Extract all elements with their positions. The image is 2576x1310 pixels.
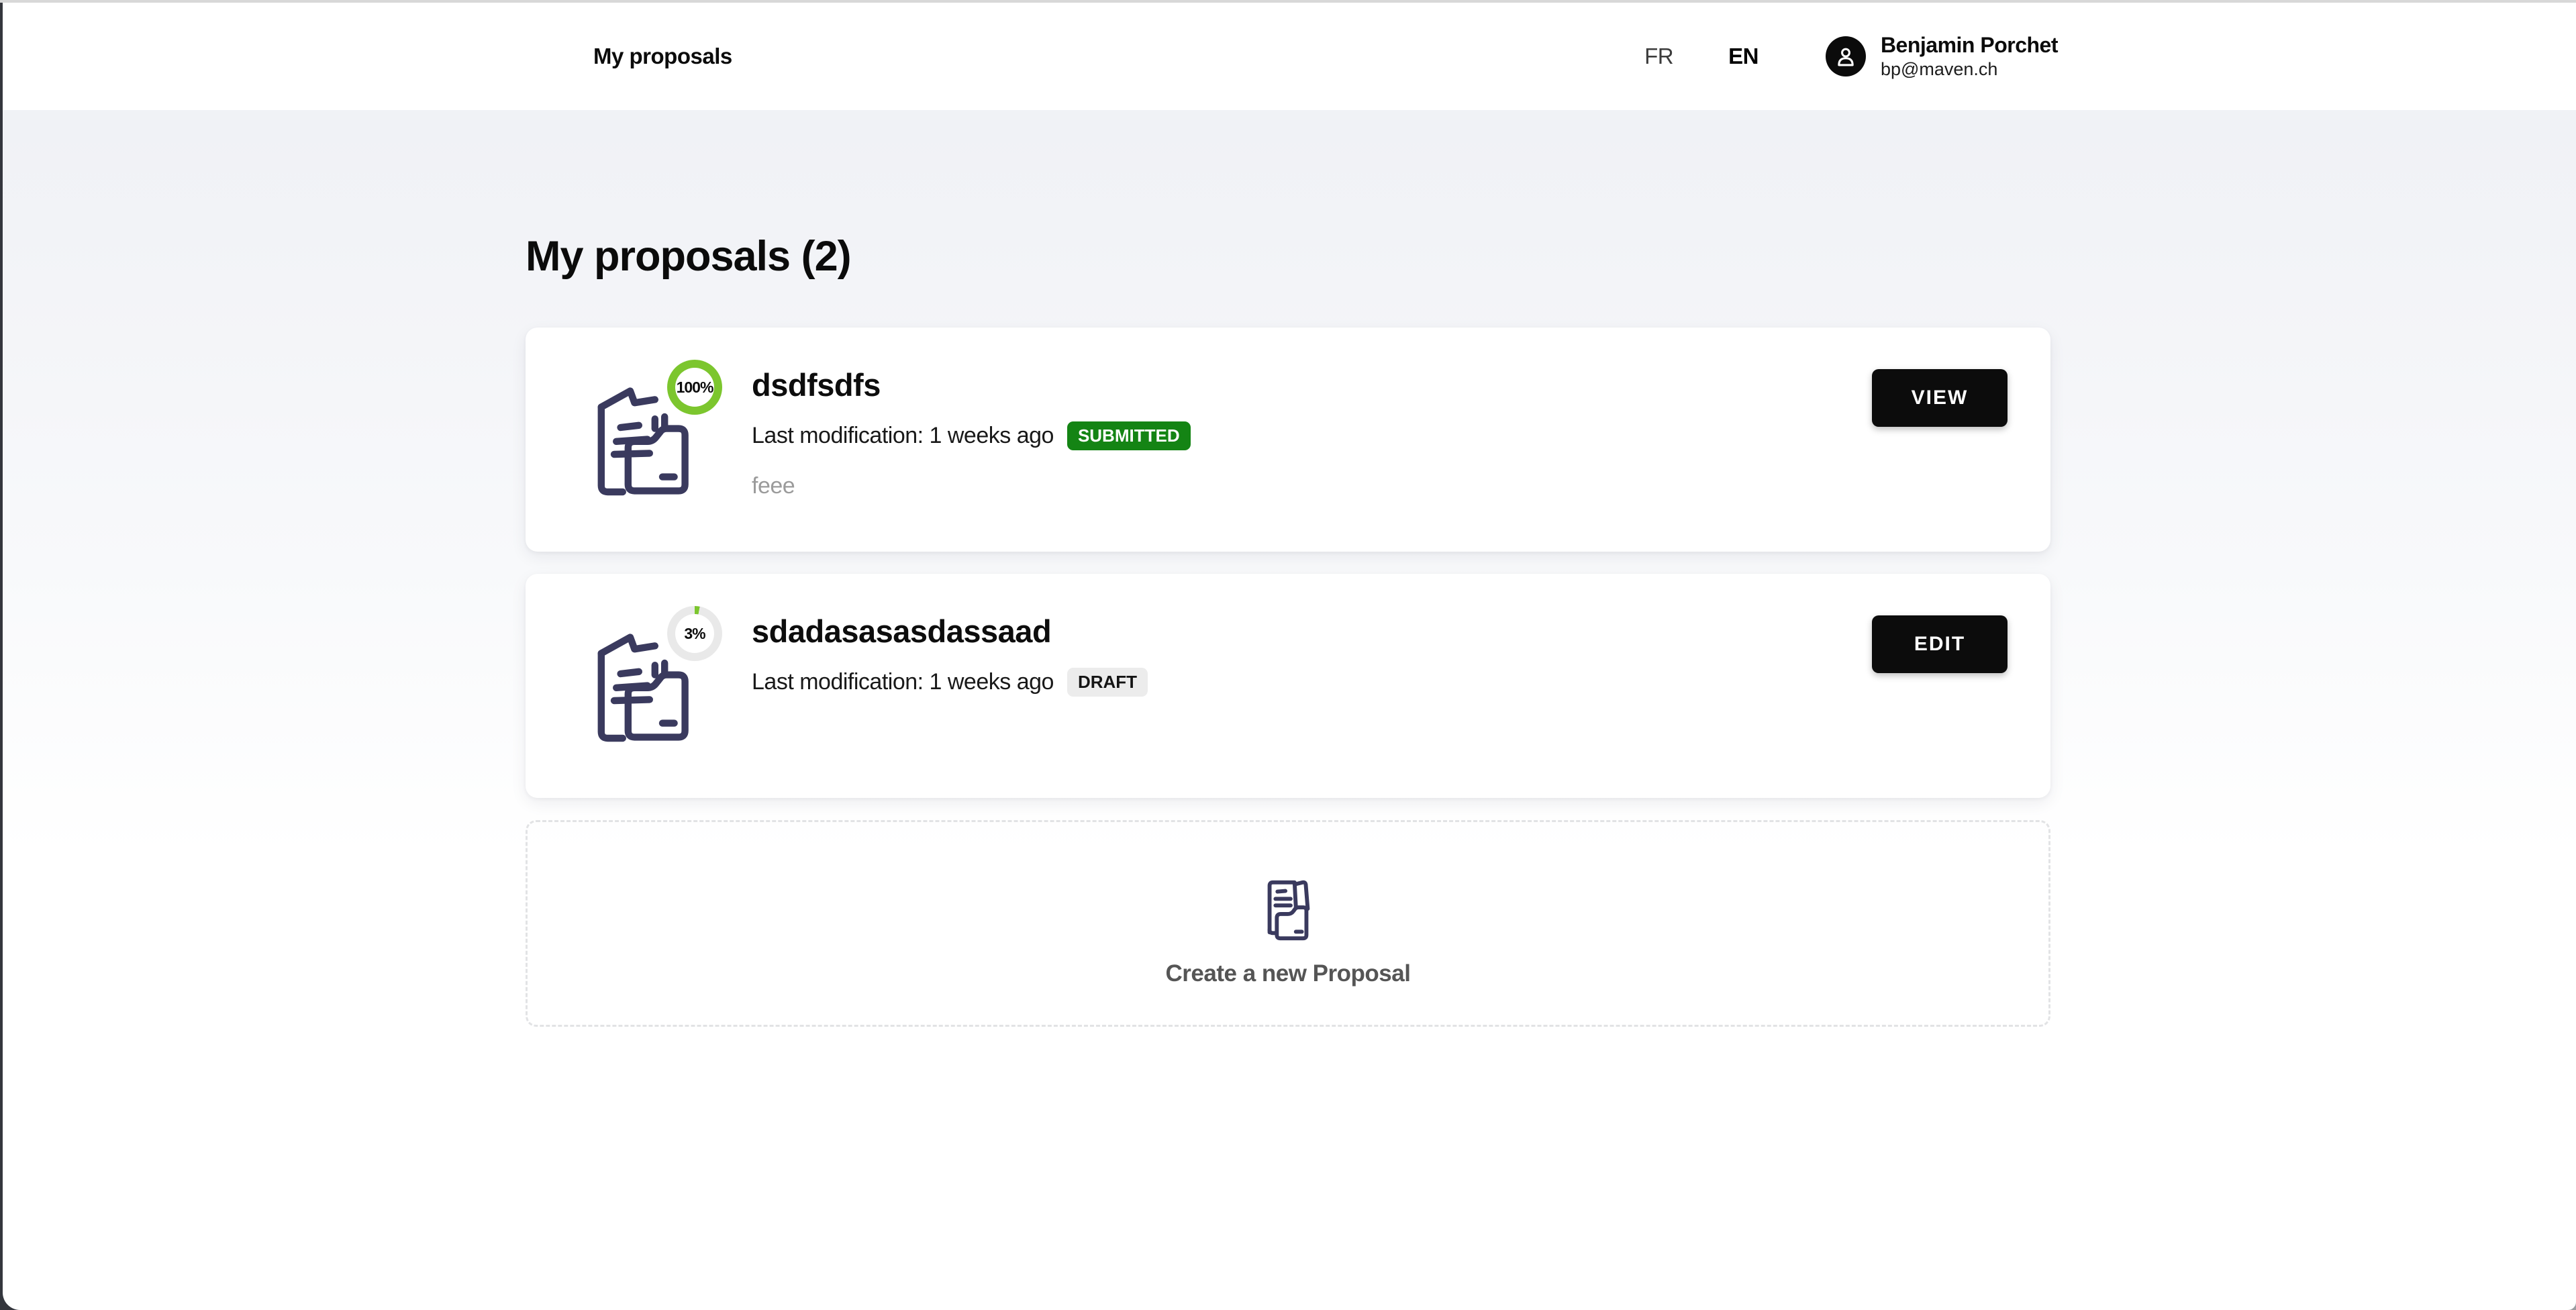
nav-link-my-proposals[interactable]: My proposals [593, 44, 732, 69]
proposal-card-body: dsdfsdfs Last modification: 1 weeks ago … [752, 368, 1849, 499]
edit-button[interactable]: EDIT [1872, 615, 2008, 673]
progress-inner: 3% [675, 614, 714, 653]
create-proposal-button[interactable]: Create a new Proposal [526, 820, 2050, 1027]
last-modification-text: Last modification: 1 weeks ago [752, 423, 1054, 449]
content-area: My proposals (2) [0, 110, 2576, 1310]
proposal-meta-row: Last modification: 1 weeks ago DRAFT [752, 668, 1849, 697]
proposal-meta-row: Last modification: 1 weeks ago SUBMITTED [752, 421, 1849, 450]
proposal-title: sdadasasasdassaad [752, 614, 1849, 649]
proposal-card: 3% sdadasasasdassaad Last modification: … [526, 574, 2050, 798]
proposal-title: dsdfsdfs [752, 368, 1849, 403]
proposal-description: feee [752, 473, 1849, 499]
proposal-icon-wrap: 100% [587, 368, 705, 502]
progress-percentage: 3% [684, 625, 705, 643]
status-badge: DRAFT [1067, 668, 1148, 697]
status-badge: SUBMITTED [1067, 421, 1191, 450]
window-corner-bottom-left [3, 1293, 20, 1310]
view-button[interactable]: VIEW [1872, 369, 2008, 427]
user-name: Benjamin Porchet [1881, 33, 2058, 58]
page: My proposals FR EN Benjamin Porchet bp@m… [0, 0, 2576, 1310]
page-title: My proposals (2) [526, 232, 2050, 281]
content-container: My proposals (2) [526, 110, 2050, 1027]
person-icon [1834, 45, 1857, 68]
top-navbar: My proposals FR EN Benjamin Porchet bp@m… [0, 0, 2576, 110]
user-avatar[interactable] [1826, 36, 1866, 77]
create-proposal-label: Create a new Proposal [1166, 960, 1411, 987]
window-corner-bottom-right [2568, 1302, 2576, 1310]
user-email: bp@maven.ch [1881, 59, 2058, 80]
proposal-card-body: sdadasasasdassaad Last modification: 1 w… [752, 614, 1849, 697]
progress-percentage: 100% [677, 379, 713, 397]
progress-ring: 100% [667, 360, 722, 415]
last-modification-text: Last modification: 1 weeks ago [752, 669, 1054, 695]
language-toggle-en[interactable]: EN [1728, 44, 1758, 69]
proposal-card: 100% dsdfsdfs Last modification: 1 weeks… [526, 328, 2050, 552]
window-left-border [0, 3, 3, 1310]
user-menu[interactable]: Benjamin Porchet bp@maven.ch [1881, 33, 2058, 81]
window-top-border [0, 0, 2576, 3]
progress-inner: 100% [675, 368, 714, 407]
proposal-icon-wrap: 3% [587, 614, 705, 748]
new-proposal-folder-icon [1255, 873, 1321, 948]
progress-ring: 3% [667, 606, 722, 661]
navbar-right: FR EN Benjamin Porchet bp@maven.ch [1644, 33, 2058, 81]
language-toggle-fr[interactable]: FR [1644, 44, 1673, 69]
